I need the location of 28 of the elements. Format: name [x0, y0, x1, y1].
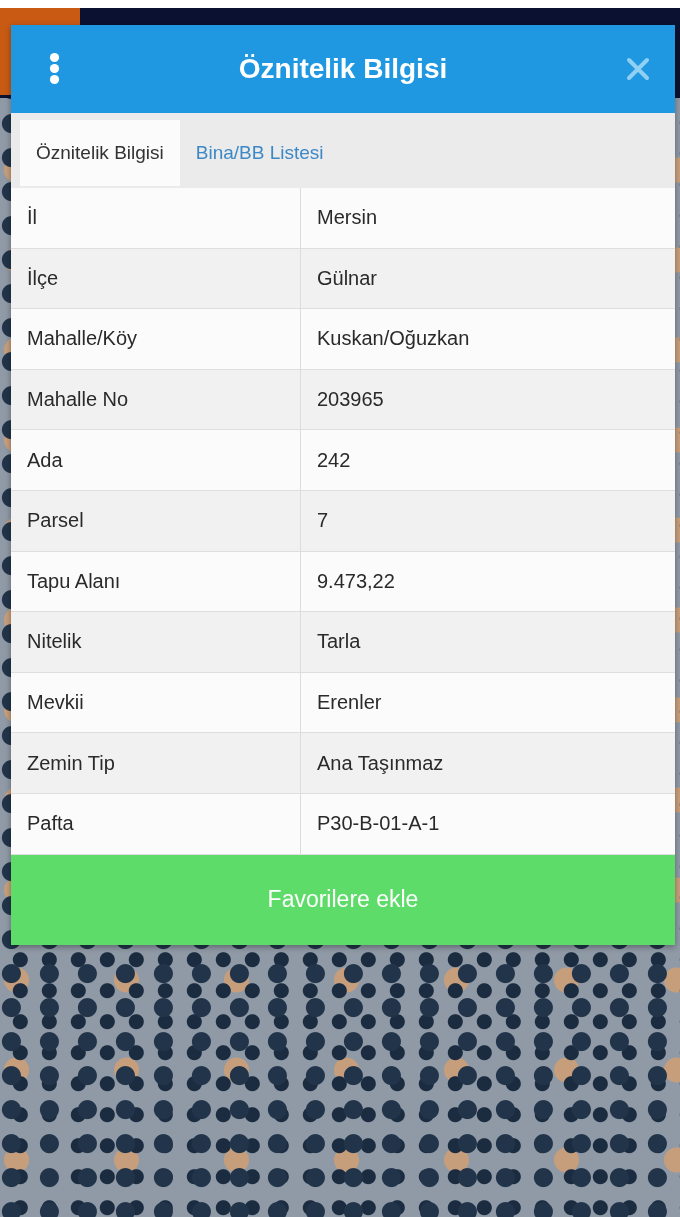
attribute-value-cell-text: 242 [316, 447, 352, 473]
tab[interactable]: Bina/BB Listesi [179, 120, 340, 186]
attribute-value-cell-text: 203965 [316, 387, 385, 413]
tab[interactable]: Öznitelik Bilgisi [20, 120, 180, 186]
attribute-value-cell-text: P30-B-01-A-1 [316, 811, 441, 837]
close-icon[interactable] [626, 57, 650, 81]
attribute-value-cell-text: 7 [316, 508, 330, 534]
attribute-name-cell: Tapu Alanı [11, 551, 301, 612]
attribute-name-cell: Mahalle No [11, 369, 301, 430]
dialog-title: Öznitelik Bilgisi [238, 53, 448, 85]
attribute-name-cell: Mevkii [11, 672, 301, 733]
attribute-name-cell: Mahalle/Köy [11, 309, 301, 369]
attribute-name-cell: Pafta [11, 793, 301, 854]
attribute-name-cell: İlçe [11, 248, 301, 309]
attribute-name-cell: Parsel [11, 490, 301, 551]
add-to-favorites-button[interactable]: Favorilere ekle [11, 854, 675, 945]
attribute-name-cell: İl [11, 188, 301, 248]
attribute-name-cell: Nitelik [11, 612, 301, 672]
attribute-value-cell-text: Kuskan/Oğuzkan [316, 326, 471, 352]
attribute-value-cell-text: Erenler [316, 690, 383, 716]
attribute-value-cell-text: Ana Taşınmaz [316, 750, 445, 776]
attribute-value-cell-text: Tarla [316, 629, 362, 655]
attribute-value-cell-text: Mersin [316, 205, 378, 231]
menu-icon[interactable] [49, 52, 60, 85]
attribute-value-cell-text: Gülnar [316, 265, 379, 291]
attribute-name-cell: Zemin Tip [11, 733, 301, 793]
attribute-name-cell: Ada [11, 430, 301, 490]
attribute-value-cell-text: 9.473,22 [316, 568, 396, 594]
